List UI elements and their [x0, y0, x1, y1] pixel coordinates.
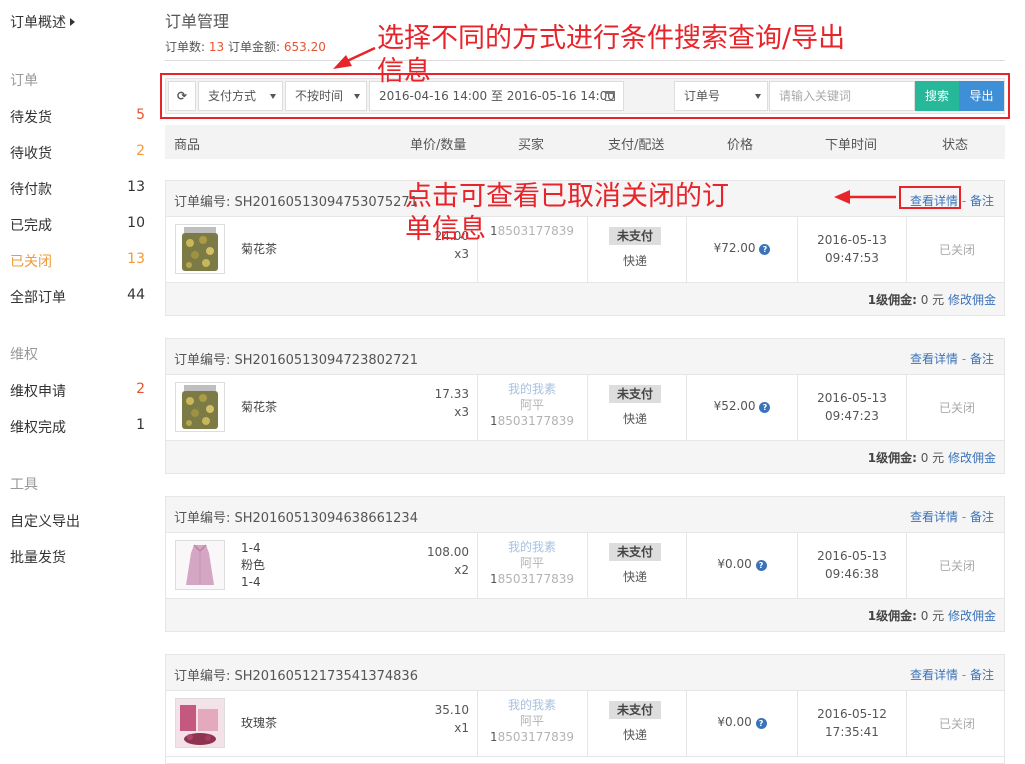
annotation-text: 点击可查看已取消关闭的订	[405, 181, 729, 212]
annotation-search-tip: 选择不同的方式进行条件搜索查询/导出 信息	[377, 22, 1017, 88]
annotation-arrows	[333, 46, 896, 204]
arrow-head-icon	[834, 190, 850, 204]
arrow-line	[344, 46, 376, 64]
annotation-detail-tip: 点击可查看已取消关闭的订 单信息	[405, 180, 835, 246]
arrow-head-icon	[333, 55, 352, 69]
annotation-text: 信息	[377, 56, 431, 87]
annotation-text: 单信息	[405, 214, 486, 245]
annotation-text: 选择不同的方式进行条件搜索查询/导出	[377, 23, 846, 54]
